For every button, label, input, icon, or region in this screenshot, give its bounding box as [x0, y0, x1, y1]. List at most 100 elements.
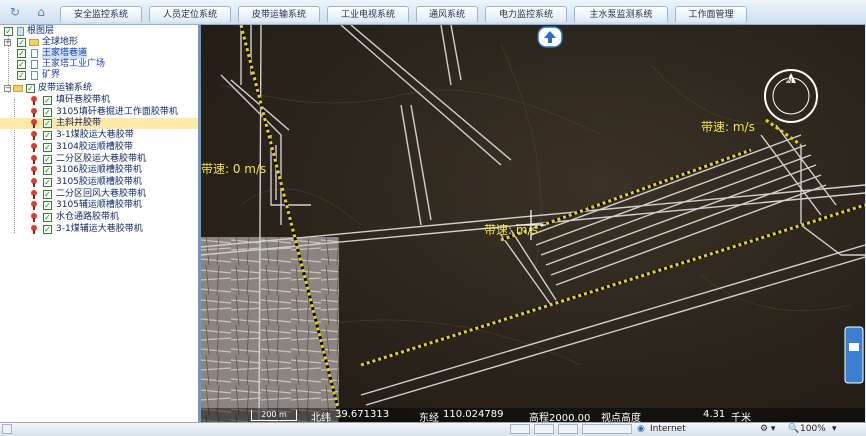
tree-label: 二分区胶运大巷胶带机 — [56, 153, 147, 164]
checkbox[interactable]: ✓ — [43, 96, 52, 105]
map-pin-icon — [31, 96, 37, 105]
checkbox[interactable]: ✓ — [43, 177, 52, 187]
tab-personnel-location[interactable]: 人员定位系统 — [149, 6, 231, 22]
checkbox[interactable]: ✓ — [17, 71, 26, 80]
checkbox[interactable]: ✓ — [17, 60, 26, 69]
tree-label: 3105胶运顺槽胶带机 — [56, 176, 142, 187]
tab-power-monitoring[interactable]: 电力监控系统 — [485, 6, 567, 22]
tree-node-belt[interactable]: ✓ 主斜井胶带 — [0, 118, 198, 130]
checkbox[interactable]: ✓ — [26, 84, 35, 93]
north-up-button[interactable] — [537, 26, 563, 48]
checkbox[interactable]: ✓ — [43, 166, 52, 176]
map-pin-icon — [31, 213, 37, 222]
map-pin-icon — [31, 142, 37, 152]
map-pin-icon — [31, 166, 37, 176]
checkbox[interactable]: ✓ — [17, 38, 26, 47]
status-pane — [510, 424, 530, 434]
checkbox[interactable]: ✓ — [43, 131, 52, 141]
tree-node-belt[interactable]: ✓ 3106胶运顺槽胶带机 — [0, 165, 198, 176]
folder-icon — [13, 85, 23, 92]
tree-node-belt[interactable]: ✓ 填矸巷胶带机 — [0, 95, 198, 106]
longitude-value: 110.024789 — [443, 409, 504, 420]
tree-node-belt[interactable]: ✓ 水仓通路胶带机 — [0, 212, 198, 223]
tree-label: 主斜井胶带 — [56, 118, 102, 129]
map-pin-icon — [31, 189, 37, 199]
tree-node-industrial-square[interactable]: ✓ 王家塔工业广场 — [0, 59, 198, 70]
map-pin-icon — [31, 131, 37, 141]
checkbox[interactable]: ✓ — [43, 107, 52, 117]
belt-speed-label: 带速: m/s — [701, 120, 755, 134]
tree-node-belt[interactable]: ✓ 3105胶运顺槽胶带机 — [0, 177, 198, 188]
tree-node-belt[interactable]: ✓ 二分区回风大巷胶带机 — [0, 189, 198, 200]
tree-node-roadway[interactable]: ✓ 王家塔巷道 — [0, 48, 198, 59]
layers-icon — [17, 27, 24, 36]
compass-label: N — [787, 77, 792, 85]
tree-label: 皮带运输系统 — [38, 83, 93, 93]
tree-label: 二分区回风大巷胶带机 — [56, 188, 147, 199]
map-pin-icon — [31, 154, 37, 164]
tree-node-belt[interactable]: ✓ 3-1煤胶运大巷胶带 — [0, 130, 198, 141]
file-icon — [31, 49, 38, 58]
tab-main-pump-monitoring[interactable]: 主水泵监测系统 — [574, 6, 668, 22]
map-view[interactable]: N 带速: 0 m/s 带速: m/s 带速: m/s — [201, 25, 865, 422]
latitude-value: 39.671313 — [335, 409, 390, 420]
zoom-level[interactable]: 100% — [800, 424, 826, 434]
tree-node-belt[interactable]: ✓ 3105辅运顺槽胶带机 — [0, 200, 198, 211]
home-icon[interactable]: ⌂ — [34, 5, 48, 19]
side-panel-toggle-icon[interactable] — [844, 326, 864, 384]
view-height-value: 4.31 — [703, 409, 726, 420]
top-navigation: ↻ ⌂ 安全监控系统 人员定位系统 皮带运输系统 工业电视系统 通风系统 电力监… — [0, 0, 866, 25]
tree-node-belt[interactable]: ✓ 3-1煤辅运大巷胶带机 — [0, 224, 198, 235]
scale-bar: 200 m — [251, 410, 297, 421]
tree-label: 王家塔巷道 — [42, 48, 88, 59]
map-pin-icon — [31, 177, 37, 187]
tree-label: 矿界 — [42, 70, 61, 80]
tab-ventilation[interactable]: 通风系统 — [416, 6, 478, 22]
browser-status-bar: ◉ Internet ⚙ ▾ 🔍 100% ▾ — [0, 422, 866, 436]
belt-speed-label: 带速: 0 m/s — [201, 162, 267, 176]
tree-label: 根图层 — [27, 26, 55, 36]
tree-node-root[interactable]: ✓ 根图层 — [0, 26, 198, 37]
layer-tree-panel: ✓ 根图层 + ✓ 全球地形 ✓ 王家塔巷道 ✓ 王家塔工业广场 ✓ 矿界 − … — [0, 25, 201, 422]
belt-speed-label: 带速: m/s — [484, 223, 538, 237]
globe-icon: ◉ — [637, 424, 645, 434]
tab-belt-transport[interactable]: 皮带运输系统 — [238, 6, 320, 22]
status-pane — [2, 424, 12, 434]
tree-node-terrain[interactable]: + ✓ 全球地形 — [0, 37, 198, 48]
tab-safety-monitoring[interactable]: 安全监控系统 — [60, 6, 142, 22]
tree-node-belt[interactable]: ✓ 3104胶运顺槽胶带 — [0, 142, 198, 153]
zoom-icon[interactable]: 🔍 — [788, 424, 799, 434]
checkbox[interactable]: ✓ — [43, 189, 52, 199]
tree-label: 3104胶运顺槽胶带 — [56, 141, 133, 152]
tree-node-boundary[interactable]: ✓ 矿界 — [0, 70, 198, 81]
expand-icon[interactable]: + — [4, 39, 11, 46]
tree-label: 3-1煤辅运大巷胶带机 — [56, 223, 143, 234]
tree-label: 全球地形 — [42, 37, 79, 47]
tree-label: 填矸巷胶带机 — [56, 95, 111, 105]
tab-industrial-tv[interactable]: 工业电视系统 — [327, 6, 409, 22]
checkbox[interactable]: ✓ — [43, 142, 52, 152]
file-icon — [31, 60, 38, 69]
tab-working-face[interactable]: 工作面管理 — [675, 6, 747, 22]
checkbox[interactable]: ✓ — [17, 49, 26, 58]
checkbox[interactable]: ✓ — [43, 119, 52, 129]
collapse-icon[interactable]: − — [4, 85, 11, 92]
status-pane — [582, 424, 632, 434]
map-status-bar: 200 m 北纬 39.671313 东经 110.024789 高程2000.… — [201, 408, 865, 424]
tree-label: 3106胶运顺槽胶带机 — [56, 165, 142, 176]
tree-node-belt[interactable]: ✓ 3105填矸巷掘进工作面胶带机 — [0, 107, 198, 118]
zoom-dropdown-icon[interactable]: ▾ — [832, 424, 837, 434]
refresh-icon[interactable]: ↻ — [8, 5, 22, 19]
protected-mode-icon[interactable]: ⚙ ▾ — [760, 424, 775, 434]
checkbox[interactable]: ✓ — [43, 154, 52, 164]
tree-node-belt[interactable]: ✓ 二分区胶运大巷胶带机 — [0, 154, 198, 165]
checkbox[interactable]: ✓ — [43, 213, 52, 222]
checkbox[interactable]: ✓ — [43, 201, 52, 211]
folder-icon — [29, 39, 39, 46]
status-pane — [534, 424, 554, 434]
file-icon — [31, 71, 38, 80]
checkbox[interactable]: ✓ — [4, 27, 13, 36]
tree-node-belt-system[interactable]: − ✓ 皮带运输系统 — [0, 83, 198, 94]
status-pane — [558, 424, 578, 434]
checkbox[interactable]: ✓ — [43, 224, 52, 234]
